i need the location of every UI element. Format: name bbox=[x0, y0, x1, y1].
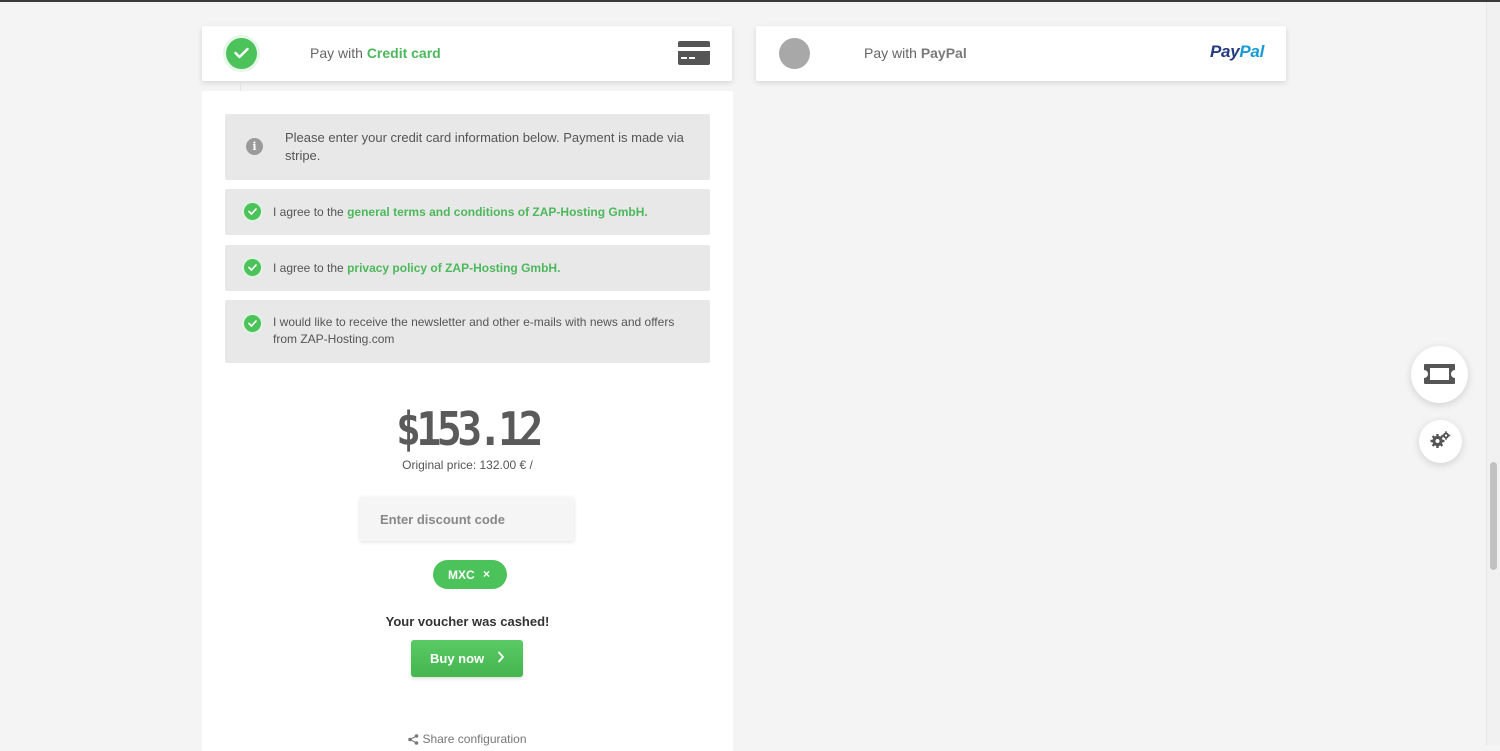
total-price: $153.12 bbox=[396, 402, 543, 456]
payment-info-text: Please enter your credit card informatio… bbox=[285, 130, 684, 163]
ticket-button[interactable] bbox=[1411, 346, 1468, 403]
share-configuration-label: Share configuration bbox=[422, 732, 527, 746]
credit-card-icon bbox=[678, 41, 710, 65]
newsletter-agreement[interactable]: I would like to receive the newsletter a… bbox=[225, 300, 710, 363]
gears-icon bbox=[1430, 431, 1451, 448]
scrollbar-track[interactable] bbox=[1486, 2, 1500, 745]
selected-check-icon bbox=[226, 38, 257, 69]
remove-voucher-icon[interactable]: × bbox=[483, 567, 490, 581]
paypal-logo: PayPal bbox=[1210, 42, 1264, 62]
terms-agreement[interactable]: I agree to the general terms and conditi… bbox=[225, 189, 710, 235]
terms-link[interactable]: general terms and conditions of ZAP-Host… bbox=[347, 205, 648, 219]
check-icon[interactable] bbox=[244, 203, 261, 220]
privacy-link[interactable]: privacy policy of ZAP-Hosting GmbH. bbox=[347, 261, 560, 275]
privacy-agreement[interactable]: I agree to the privacy policy of ZAP-Hos… bbox=[225, 245, 710, 291]
original-price: Original price: 132.00 € / bbox=[402, 458, 533, 472]
tab-connector bbox=[240, 82, 241, 91]
paypal-logo-pay: Pay bbox=[1210, 42, 1240, 61]
buy-now-button[interactable]: Buy now bbox=[411, 640, 523, 677]
applied-voucher-chip: MXC × bbox=[433, 560, 507, 589]
check-icon[interactable] bbox=[244, 315, 261, 332]
checkout-panel: i Please enter your credit card informat… bbox=[202, 91, 733, 751]
terms-prefix: I agree to the bbox=[273, 205, 344, 219]
terms-agreement-text: I agree to the general terms and conditi… bbox=[273, 204, 648, 221]
settings-button[interactable] bbox=[1419, 420, 1462, 463]
check-icon[interactable] bbox=[244, 259, 261, 276]
share-icon bbox=[408, 734, 419, 745]
paypal-name: PayPal bbox=[920, 45, 967, 61]
buy-now-label: Buy now bbox=[430, 651, 485, 666]
voucher-success-message: Your voucher was cashed! bbox=[385, 614, 550, 629]
share-configuration-link[interactable]: Share configuration bbox=[202, 732, 733, 746]
chevron-right-icon bbox=[498, 651, 504, 663]
credit-card-name: Credit card bbox=[366, 45, 441, 61]
credit-card-tab-label: Pay with Credit card bbox=[310, 45, 441, 61]
unselected-radio-icon bbox=[779, 38, 810, 69]
discount-code-input[interactable] bbox=[360, 497, 574, 541]
privacy-prefix: I agree to the bbox=[273, 261, 344, 275]
payment-info-box: i Please enter your credit card informat… bbox=[225, 114, 710, 180]
top-border bbox=[0, 0, 1500, 2]
scrollbar-thumb[interactable] bbox=[1490, 462, 1497, 570]
paypal-logo-pal: Pal bbox=[1239, 42, 1264, 61]
voucher-code: MXC bbox=[448, 568, 475, 582]
ticket-icon bbox=[1424, 364, 1455, 384]
pay-with-prefix: Pay with bbox=[310, 45, 363, 61]
newsletter-agreement-text: I would like to receive the newsletter a… bbox=[273, 315, 675, 346]
pay-with-paypal-tab[interactable]: Pay with PayPal PayPal bbox=[756, 26, 1286, 81]
privacy-agreement-text: I agree to the privacy policy of ZAP-Hos… bbox=[273, 260, 560, 277]
pay-with-prefix: Pay with bbox=[864, 45, 917, 61]
info-icon: i bbox=[246, 138, 263, 155]
paypal-tab-label: Pay with PayPal bbox=[864, 45, 967, 61]
pay-with-credit-card-tab[interactable]: Pay with Credit card bbox=[202, 26, 732, 81]
